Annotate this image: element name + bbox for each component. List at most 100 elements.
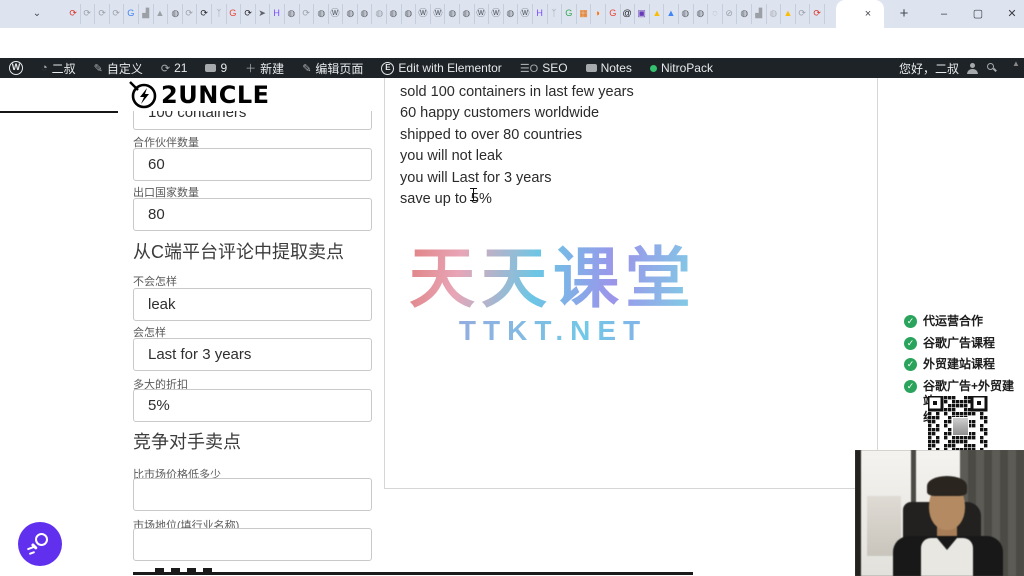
window-maximize-button[interactable]: ▢ (962, 0, 994, 28)
window-minimize-button[interactable]: – (928, 0, 960, 28)
updates-menu[interactable]: ⟳21 (152, 58, 197, 78)
user-icon[interactable] (967, 63, 978, 74)
new-tab-button[interactable]: + (894, 4, 914, 24)
google-ads-icon[interactable]: ▲ (664, 4, 679, 24)
elementor-menu[interactable]: EEdit with Elementor (372, 58, 510, 78)
active-tab[interactable]: × (836, 0, 884, 28)
analytics-icon[interactable]: ▟ (752, 4, 767, 24)
firefox-icon[interactable]: ◗ (591, 4, 606, 24)
cutoff-section (133, 568, 693, 576)
globe-icon[interactable]: ◍ (694, 4, 709, 24)
antenna-icon[interactable]: ᛉ (548, 4, 563, 24)
site-menu[interactable]: ◔二叔 (32, 58, 85, 78)
photo-icon[interactable]: ▦ (577, 4, 592, 24)
export-countries-field[interactable] (133, 198, 372, 231)
output-line: sold 100 containers in last few years (400, 84, 877, 100)
analytics-icon[interactable]: ▟ (139, 4, 154, 24)
hostinger-icon[interactable]: H (533, 4, 548, 24)
reload-icon[interactable]: ⟳ (110, 4, 125, 24)
gray-circle-icon[interactable]: ◍ (767, 4, 782, 24)
market-position-field[interactable] (133, 528, 372, 561)
reload-red-icon[interactable]: ⟳ (66, 4, 81, 24)
site-logo[interactable]: 2UNCLE (128, 80, 270, 110)
webcam-overlay[interactable] (855, 450, 1024, 576)
google-red-icon[interactable]: G (606, 4, 621, 24)
google-icon[interactable]: G (562, 4, 577, 24)
blocked-icon[interactable]: ⊘ (723, 4, 738, 24)
notes-menu[interactable]: Notes (577, 58, 641, 78)
scrollbar-up-icon[interactable]: ▲ (1012, 59, 1020, 68)
seo-menu[interactable]: ☰OSEO (511, 58, 577, 78)
browser-window: ⌄ ⟳⟳⟳⟳G▟▲◍⟳⟳ᛉG⟳➤H◍⟳◍Ⓦ◍◍◍◍◍ⓌⓌ◍◍ⓌⓌ◍ⓌHᛉG▦◗G… (0, 0, 1024, 576)
wordpress-icon[interactable]: Ⓦ (518, 4, 533, 24)
hostinger-icon[interactable]: H (270, 4, 285, 24)
will-happen-field[interactable] (133, 338, 372, 371)
search-icon[interactable] (986, 62, 998, 74)
tab-close-icon[interactable]: × (860, 6, 876, 22)
globe-icon[interactable]: ◍ (504, 4, 519, 24)
wordpress-icon[interactable]: Ⓦ (489, 4, 504, 24)
plus-icon: ＋ (245, 60, 256, 76)
speed-search-launcher-button[interactable] (18, 522, 62, 566)
reload-icon[interactable]: ⟳ (796, 4, 811, 24)
dim-circle-icon[interactable]: ◌ (708, 4, 723, 24)
new-content-menu[interactable]: ＋新建 (236, 58, 293, 78)
globe-icon[interactable]: ◍ (314, 4, 329, 24)
window-close-button[interactable]: ✕ (996, 0, 1024, 28)
wordpress-icon[interactable]: Ⓦ (431, 4, 446, 24)
pin-icon[interactable]: ➤ (256, 4, 271, 24)
google-ads-icon[interactable]: ▲ (650, 4, 665, 24)
globe-icon[interactable]: ◍ (445, 4, 460, 24)
globe-icon[interactable]: ◍ (387, 4, 402, 24)
output-line: you will not leak (400, 148, 877, 164)
greeting-text[interactable]: 您好，二叔 (899, 60, 959, 77)
comments-icon (205, 64, 216, 72)
at-icon[interactable]: @ (621, 4, 636, 24)
pencil-icon: ✎ (302, 62, 311, 75)
wont-happen-field[interactable] (133, 288, 372, 321)
globe-icon[interactable]: ◍ (372, 4, 387, 24)
wordpress-icon[interactable]: Ⓦ (475, 4, 490, 24)
adsense-icon[interactable]: ▲ (154, 4, 169, 24)
reload-icon[interactable]: ⟳ (81, 4, 96, 24)
reload-dark-icon[interactable]: ⟳ (241, 4, 256, 24)
nitropack-menu[interactable]: NitroPack (641, 58, 722, 78)
customize-menu[interactable]: ✎自定义 (85, 58, 152, 78)
discount-field[interactable] (133, 389, 372, 422)
globe-icon[interactable]: ◍ (343, 4, 358, 24)
globe-icon[interactable]: ◍ (168, 4, 183, 24)
price-lower-field[interactable] (133, 478, 372, 511)
antenna-icon[interactable]: ᛉ (212, 4, 227, 24)
reload-icon[interactable]: ⟳ (183, 4, 198, 24)
edit-page-menu[interactable]: ✎编辑页面 (293, 58, 372, 78)
reload-dark-icon[interactable]: ⟳ (197, 4, 212, 24)
updates-icon: ⟳ (161, 62, 170, 75)
wordpress-icon[interactable]: Ⓦ (329, 4, 344, 24)
output-line: 60 happy customers worldwide (400, 105, 877, 121)
wordpress-logo-icon: W (9, 61, 23, 75)
wp-admin-bar: W ◔二叔 ✎自定义 ⟳21 9 ＋新建 ✎编辑页面 EEdit with El… (0, 58, 1024, 78)
globe-icon[interactable]: ◍ (737, 4, 752, 24)
wordpress-icon[interactable]: Ⓦ (416, 4, 431, 24)
comments-menu[interactable]: 9 (196, 58, 236, 78)
google-ads-icon[interactable]: ▲ (781, 4, 796, 24)
google-icon[interactable]: G (124, 4, 139, 24)
tab-search-chevron-icon[interactable]: ⌄ (28, 6, 46, 22)
promo-item: ✓外贸建站课程 (904, 357, 1022, 373)
tab-strip: ⌄ ⟳⟳⟳⟳G▟▲◍⟳⟳ᛉG⟳➤H◍⟳◍Ⓦ◍◍◍◍◍ⓌⓌ◍◍ⓌⓌ◍ⓌHᛉG▦◗G… (0, 0, 1024, 28)
globe-icon[interactable]: ◍ (460, 4, 475, 24)
partners-count-field[interactable] (133, 148, 372, 181)
globe-icon[interactable]: ◍ (679, 4, 694, 24)
reload-icon[interactable]: ⟳ (300, 4, 315, 24)
check-icon: ✓ (904, 337, 917, 350)
wp-logo-menu[interactable]: W (0, 58, 32, 78)
globe-icon[interactable]: ◍ (402, 4, 417, 24)
globe-icon[interactable]: ◍ (358, 4, 373, 24)
google-icon[interactable]: G (227, 4, 242, 24)
check-icon: ✓ (904, 380, 917, 393)
output-panel[interactable]: sold 100 containers in last few years 60 … (384, 78, 878, 489)
globe-icon[interactable]: ◍ (285, 4, 300, 24)
purple-app-icon[interactable]: ▣ (635, 4, 650, 24)
reload-icon[interactable]: ⟳ (95, 4, 110, 24)
reload-red-icon[interactable]: ⟳ (810, 4, 825, 24)
